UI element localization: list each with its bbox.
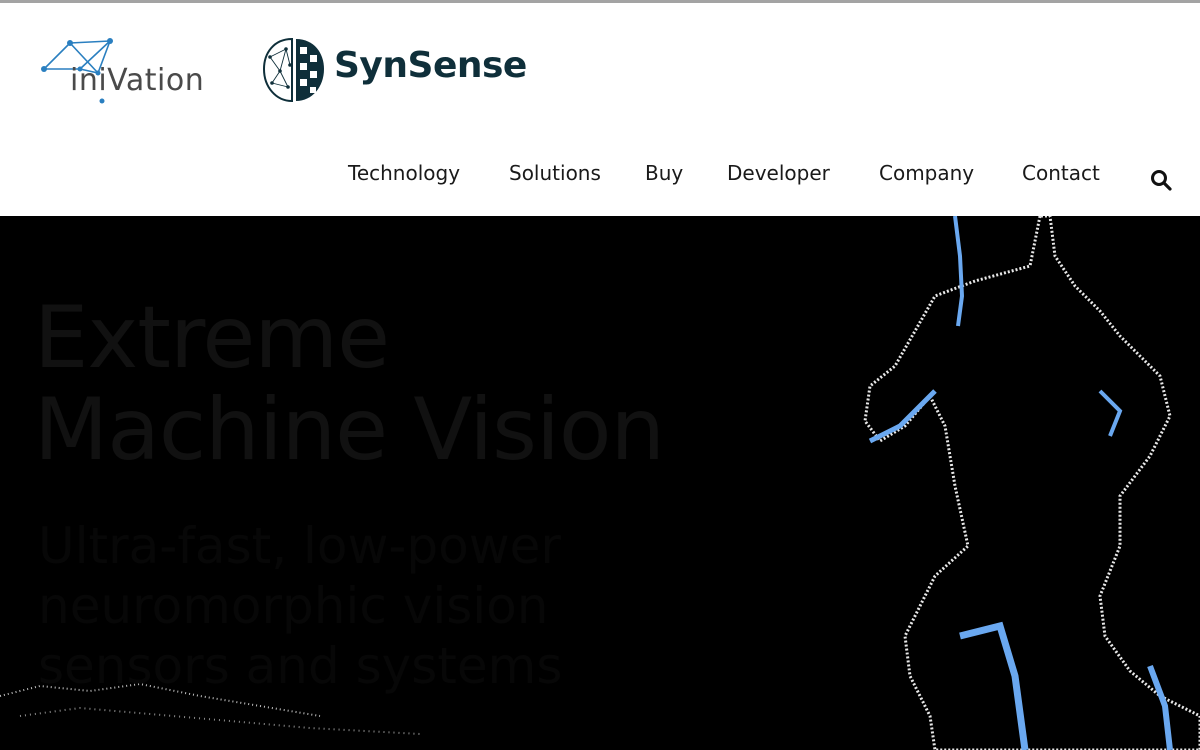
nav-item-technology[interactable]: Technology xyxy=(348,161,460,185)
synsense-wordmark: SynSense xyxy=(334,45,527,86)
synsense-logo[interactable]: SynSense xyxy=(260,35,530,105)
main-navigation: Technology Solutions Buy Developer Compa… xyxy=(0,161,1200,201)
nav-item-buy[interactable]: Buy xyxy=(645,161,683,185)
hero-title: Extreme Machine Vision xyxy=(34,292,665,476)
site-header: iniVation SynSense Technology Solutions … xyxy=(0,3,1200,216)
inivation-logo[interactable]: iniVation xyxy=(40,35,220,105)
nav-item-developer[interactable]: Developer xyxy=(727,161,830,185)
hero-banner: Extreme Machine Vision Ultra-fast, low-p… xyxy=(0,216,1200,750)
nav-item-contact[interactable]: Contact xyxy=(1022,161,1100,185)
hero-title-line-1: Extreme xyxy=(34,288,390,388)
hero-title-line-2: Machine Vision xyxy=(34,380,665,480)
nav-item-solutions[interactable]: Solutions xyxy=(509,161,601,185)
inivation-wordmark: iniVation xyxy=(70,63,205,98)
nav-item-company[interactable]: Company xyxy=(879,161,974,185)
synsense-brain-icon xyxy=(262,37,324,103)
hero-subtitle: Ultra-fast, low-power neuromorphic visio… xyxy=(38,517,563,695)
search-icon[interactable] xyxy=(1149,168,1173,192)
